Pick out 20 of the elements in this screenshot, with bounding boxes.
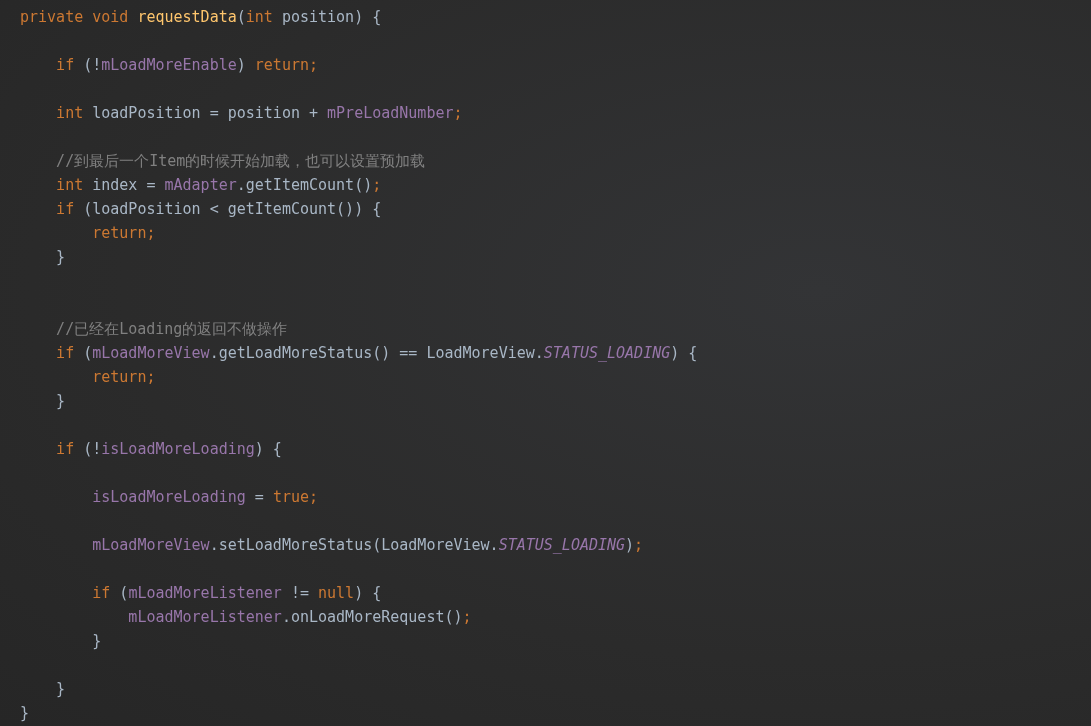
code-line: return; [91, 367, 156, 388]
code-line: } [55, 679, 66, 700]
code-line: return; [91, 223, 156, 244]
code-line: if (loadPosition < getItemCount()) { [55, 199, 382, 220]
code-line: if (!mLoadMoreEnable) return; [55, 55, 319, 76]
code-line: int loadPosition = position + mPreLoadNumber; [55, 103, 463, 124]
code-line: //已经在Loading的返回不做操作 [55, 319, 288, 340]
code-line: isLoadMoreLoading = true; [91, 487, 319, 508]
code-line: private void requestData(int position) { [20, 7, 382, 28]
code-line: mLoadMoreView.setLoadMoreStatus(LoadMoreView.STATUS_LOADING); [91, 535, 644, 556]
code-line: mLoadMoreListener.onLoadMoreRequest(); [127, 607, 472, 628]
code-line: int index = mAdapter.getItemCount(); [55, 175, 382, 196]
code-line: } [55, 247, 66, 268]
code-line: } [20, 703, 30, 724]
code-line: } [91, 631, 102, 652]
code-line: } [55, 391, 66, 412]
code-line: if (mLoadMoreListener != null) { [91, 583, 382, 604]
code-line: //到最后一个Item的时候开始加载，也可以设置预加载 [55, 151, 426, 172]
code-line: if (mLoadMoreView.getLoadMoreStatus() == LoadMoreView.STATUS_LOADING) { [55, 343, 698, 364]
code-line: if (!isLoadMoreLoading) { [55, 439, 282, 460]
